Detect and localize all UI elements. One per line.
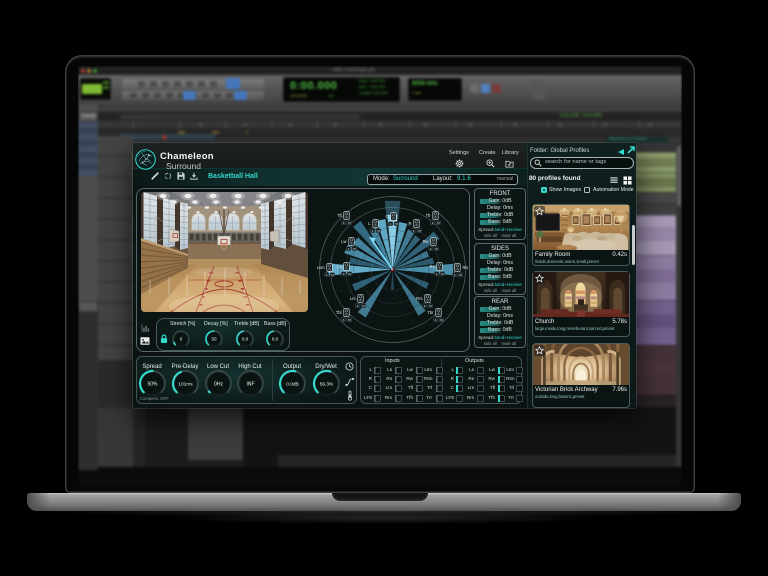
svg-text:m: m [395,222,398,226]
svg-text:101ms: 101ms [178,381,193,387]
svg-text:m: m [331,273,334,277]
svg-text:s: s [454,273,456,277]
svg-text:s: s [436,272,438,276]
svg-text:m: m [437,221,440,225]
svg-text:s: s [432,221,434,225]
svg-text:m: m [353,247,356,251]
svg-text:s: s [343,318,345,322]
svg-text:m: m [459,273,462,277]
svg-text:0.0: 0.0 [272,337,279,342]
svg-text:50%: 50% [147,381,158,387]
svg-text:0Hz: 0Hz [214,381,223,387]
svg-text:INF: INF [246,381,254,387]
svg-text:s: s [424,304,426,308]
svg-text:s: s [390,222,392,226]
svg-text:m: m [418,229,421,233]
svg-text:Rrs: Rrs [416,296,422,301]
svg-text:Rs: Rs [429,264,434,269]
svg-text:Lsm: Lsm [317,265,325,270]
svg-text:m: m [377,229,380,233]
svg-text:Tfl: Tfl [337,213,342,218]
svg-text:s: s [413,229,415,233]
svg-text:s: s [348,247,350,251]
svg-text:Tfr: Tfr [425,213,431,218]
svg-text:m: m [362,304,365,308]
svg-text:s: s [430,247,432,251]
svg-text:R: R [409,221,412,226]
svg-text:s: s [343,221,345,225]
svg-text:Ls: Ls [337,264,341,269]
svg-text:L: L [368,221,371,226]
svg-text:m: m [440,318,443,322]
svg-text:m: m [348,221,351,225]
svg-text:m: m [348,318,351,322]
svg-text:s: s [326,273,328,277]
svg-text:s: s [372,229,374,233]
svg-text:0.0: 0.0 [242,337,249,342]
svg-text:s: s [357,304,359,308]
svg-text:s: s [435,318,437,322]
svg-text:Tbl: Tbl [336,310,342,315]
svg-text:m: m [441,272,444,276]
svg-text:Lw: Lw [341,239,346,244]
svg-text:Rw: Rw [423,239,429,244]
svg-text:s: s [343,272,345,276]
svg-text:Rsm: Rsm [463,265,469,270]
svg-text:Lrs: Lrs [350,296,356,301]
svg-text:56.3%: 56.3% [319,381,333,387]
svg-text:Tbr: Tbr [427,310,434,315]
svg-text:50: 50 [211,337,217,342]
svg-text:m: m [435,247,438,251]
svg-text:m: m [348,272,351,276]
svg-text:C: C [386,214,389,219]
svg-text:m: m [429,304,432,308]
svg-text:0.0dB: 0.0dB [286,381,299,387]
